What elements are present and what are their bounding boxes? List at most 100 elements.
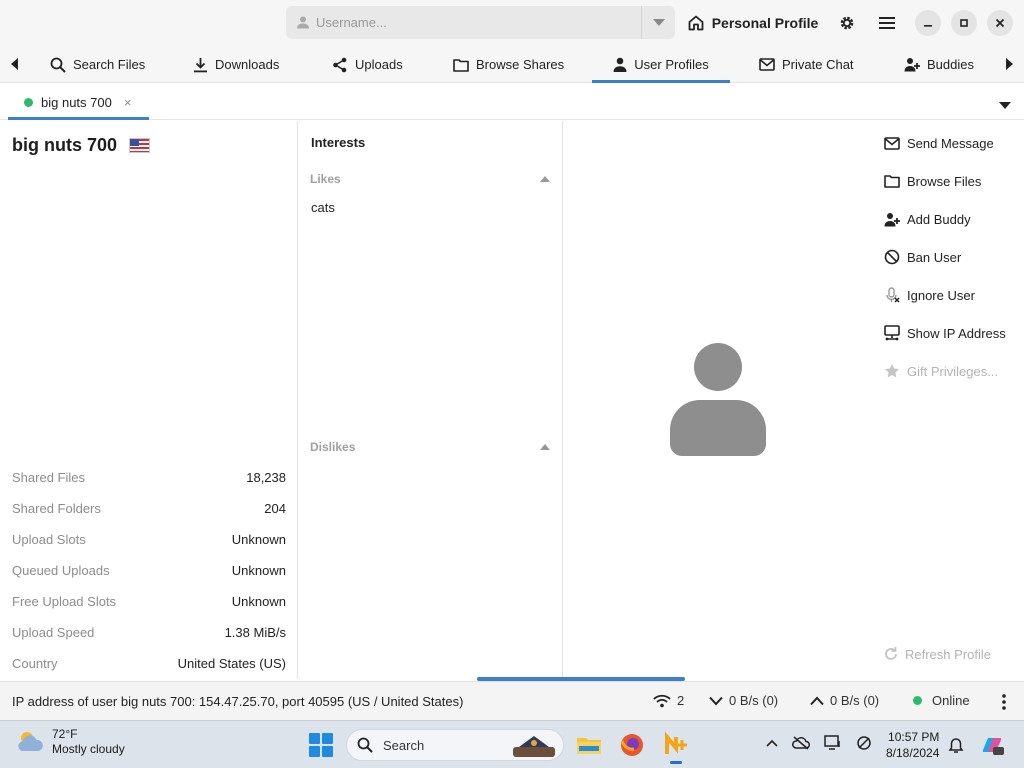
likes-header[interactable]: Likes: [310, 172, 550, 186]
tabs-scroll-right-button[interactable]: [1001, 55, 1017, 73]
profile-username-heading: big nuts 700: [12, 135, 151, 156]
taskbar-search-box[interactable]: Search: [346, 729, 564, 761]
minimize-button[interactable]: [915, 10, 941, 36]
taskbar-clock[interactable]: 10:57 PM 8/18/2024: [886, 729, 939, 761]
user-stats-list: Shared Files 18,238 Shared Folders 204 Uploa…: [12, 462, 286, 679]
browse-files-button[interactable]: Browse Files: [883, 162, 1023, 200]
status-menu-button[interactable]: [1002, 694, 1006, 713]
nicotine-app-icon[interactable]: [662, 731, 690, 764]
tab-downloads[interactable]: Downloads: [193, 46, 288, 83]
username-input[interactable]: [286, 6, 641, 39]
show-ip-address-button[interactable]: Show IP Address: [883, 314, 1023, 352]
ignore-user-button[interactable]: Ignore User: [883, 276, 1023, 314]
online-status-dot: [24, 97, 33, 107]
home-icon: [688, 15, 704, 31]
send-message-button[interactable]: Send Message: [883, 124, 1023, 162]
chevron-left-icon: [11, 58, 18, 70]
search-icon: [50, 57, 66, 73]
close-window-button[interactable]: [987, 10, 1013, 36]
mute-icon: [883, 287, 901, 303]
tab-label: Downloads: [215, 57, 280, 72]
upload-rate: 0 B/s (0): [830, 693, 880, 708]
tab-search-files[interactable]: Search Files: [50, 46, 148, 83]
stat-row: Shared Folders 204: [12, 493, 286, 524]
tab-user-profiles[interactable]: User Profiles: [592, 46, 730, 83]
user-info-pane: big nuts 700 Shared Files 18,238 Shared Fo…: [0, 121, 298, 679]
action-label: Ignore User: [907, 287, 975, 303]
stat-value: Unknown: [231, 594, 286, 609]
refresh-icon: [885, 647, 897, 660]
envelope-icon: [759, 58, 775, 71]
user-icon: [297, 16, 309, 29]
ban-user-button[interactable]: Ban User: [883, 238, 1023, 276]
firefox-icon[interactable]: [618, 731, 646, 759]
us-flag-icon: [129, 138, 151, 153]
tabs-scroll-left-button[interactable]: [7, 55, 23, 73]
windows-start-icon[interactable]: [309, 733, 333, 757]
tab-browse-shares[interactable]: Browse Shares: [453, 46, 568, 83]
wifi-icon: [653, 694, 671, 707]
tab-private-chat[interactable]: Private Chat: [759, 46, 857, 83]
avatar-placeholder: [670, 343, 768, 457]
refresh-profile-label: Refresh Profile: [905, 646, 991, 662]
main-menu-button[interactable]: [873, 8, 901, 38]
add-buddy-button[interactable]: Add Buddy: [883, 200, 1023, 238]
dislikes-header[interactable]: Dislikes: [310, 440, 550, 454]
refresh-profile-button[interactable]: Refresh Profile: [883, 646, 991, 662]
tab-uploads[interactable]: Uploads: [332, 46, 407, 83]
temperature: 72°F: [52, 727, 78, 741]
stat-label: Shared Folders: [12, 501, 101, 516]
onedrive-offline-icon[interactable]: [792, 736, 810, 750]
stat-value: United States (US): [177, 656, 286, 671]
status-message: IP address of user big nuts 700: 154.47.…: [12, 694, 464, 709]
search-icon: [357, 737, 373, 753]
tab-label: Private Chat: [782, 57, 854, 72]
online-status-button[interactable]: Online: [913, 693, 970, 708]
display-icon[interactable]: [824, 735, 842, 751]
personal-profile-button[interactable]: Personal Profile: [684, 8, 822, 38]
upload-rate-indicator[interactable]: 0 B/s (0): [810, 693, 879, 708]
tab-buddies[interactable]: Buddies: [904, 46, 976, 83]
preferences-button[interactable]: [833, 8, 861, 38]
stat-label: Upload Slots: [12, 532, 86, 547]
likes-label: Likes: [310, 172, 341, 186]
download-rate-indicator[interactable]: 0 B/s (0): [709, 693, 778, 708]
profile-tab-strip: big nuts 700 ×: [0, 84, 1024, 120]
action-label: Ban User: [907, 249, 962, 265]
profile-tab-label: big nuts 700: [41, 94, 112, 110]
interests-pane: Interests Likes cats Dislikes: [298, 121, 563, 679]
notification-bell-icon[interactable]: [948, 737, 964, 759]
close-icon: [995, 18, 1005, 28]
hamburger-menu-icon: [879, 17, 895, 29]
file-explorer-icon[interactable]: [575, 731, 603, 759]
taskbar-search-label: Search: [383, 737, 425, 753]
tab-label: Search Files: [73, 57, 146, 72]
user-actions-list: Send Message Browse Files Add Buddy Ban Use…: [883, 124, 1023, 390]
weather-condition: Mostly cloudy: [52, 742, 125, 756]
stat-label: Free Upload Slots: [12, 594, 117, 609]
like-item[interactable]: cats: [311, 200, 335, 215]
close-tab-icon[interactable]: ×: [124, 95, 132, 110]
copilot-icon[interactable]: [979, 732, 1005, 763]
stat-label: Upload Speed: [12, 625, 95, 640]
gift-privileges-button[interactable]: Gift Privileges...: [883, 352, 1023, 390]
envelope-icon: [883, 135, 901, 151]
chevron-up-icon[interactable]: [766, 739, 778, 747]
action-label: Browse Files: [907, 173, 982, 189]
maximize-button[interactable]: [951, 10, 977, 36]
weather-widget[interactable]: 72°F Mostly cloudy: [16, 727, 125, 757]
chevron-down-icon: [709, 696, 723, 705]
stat-label: Queued Uploads: [12, 563, 110, 578]
username-dropdown-button[interactable]: [641, 6, 675, 39]
username-combobox[interactable]: [286, 6, 675, 39]
connections-indicator[interactable]: 2: [653, 693, 684, 708]
collapse-arrow-icon: [540, 176, 550, 182]
add-buddy-icon: [883, 211, 901, 227]
tab-list-dropdown-button[interactable]: [999, 97, 1011, 115]
stat-row: Free Upload Slots Unknown: [12, 586, 286, 617]
profile-tab[interactable]: big nuts 700 ×: [8, 84, 149, 120]
stat-value: 1.38 MiB/s: [224, 625, 286, 640]
stat-label: Shared Files: [12, 470, 85, 485]
clock-time: 10:57 PM: [888, 730, 940, 744]
network-disconnected-icon[interactable]: [856, 735, 872, 751]
